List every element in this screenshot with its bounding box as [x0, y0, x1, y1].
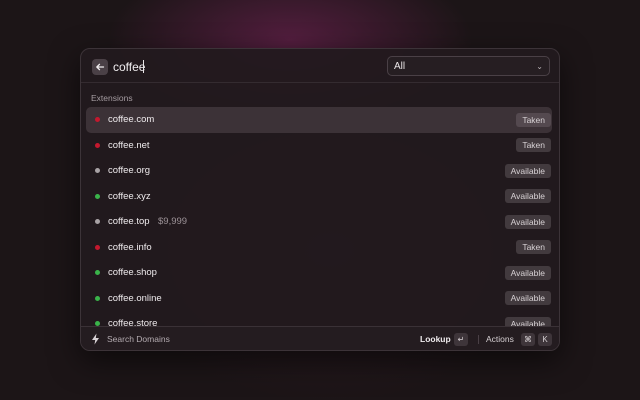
command-key-hint: ⌘ — [521, 333, 535, 346]
list-item[interactable]: coffee.com Taken — [86, 107, 552, 133]
status-dot — [95, 219, 100, 225]
domain-name: coffee.xyz — [108, 190, 151, 202]
status-dot — [95, 117, 100, 123]
list-item[interactable]: coffee.info Taken — [86, 235, 552, 261]
list-item[interactable]: coffee.xyz Available — [86, 184, 552, 210]
search-bar: All ⌄ — [81, 49, 559, 83]
status-badge: Taken — [516, 138, 551, 153]
filter-selected-value: All — [394, 60, 406, 72]
status-dot — [95, 142, 100, 148]
status-badge: Available — [504, 265, 551, 280]
k-key-hint: K — [538, 333, 552, 346]
status-dot — [95, 193, 100, 199]
status-dot — [95, 244, 100, 250]
results-list: coffee.com Taken coffee.net Taken coffee.org… — [86, 107, 552, 337]
domain-name: coffee.info — [108, 241, 152, 253]
domain-name: coffee.com — [108, 114, 155, 126]
domain-name: coffee.shop — [108, 267, 157, 279]
status-badge: Taken — [516, 112, 551, 127]
list-item[interactable]: coffee.org Available — [86, 158, 552, 184]
status-badge: Available — [504, 163, 551, 178]
domain-name: coffee.online — [108, 292, 162, 304]
arrow-left-icon — [96, 63, 105, 71]
enter-key-hint: ↵ — [454, 333, 468, 346]
status-badge: Available — [504, 189, 551, 204]
status-badge: Available — [504, 291, 551, 306]
status-dot — [95, 270, 100, 276]
list-item[interactable]: coffee.shop Available — [86, 260, 552, 286]
back-button[interactable] — [92, 59, 108, 75]
chevron-down-icon: ⌄ — [536, 61, 543, 71]
status-dot — [95, 295, 100, 301]
actions-button[interactable]: Actions — [486, 334, 514, 344]
list-item[interactable]: coffee.online Available — [86, 286, 552, 312]
domain-price: $9,999 — [158, 216, 188, 228]
list-item[interactable]: coffee.net Taken — [86, 133, 552, 159]
lookup-action[interactable]: Lookup — [420, 334, 451, 344]
filter-dropdown[interactable]: All ⌄ — [387, 56, 550, 76]
status-badge: Taken — [516, 240, 551, 255]
domain-name: coffee.net — [108, 139, 150, 151]
text-caret — [143, 60, 144, 73]
action-bar: Search Domains Lookup ↵ Actions ⌘ K — [81, 326, 559, 350]
section-heading: Extensions — [91, 93, 133, 103]
status-dot — [95, 168, 100, 174]
extension-title: Search Domains — [107, 334, 170, 344]
launcher-window: All ⌄ Extensions coffee.comTakencoffee.n… — [80, 48, 560, 351]
domain-name: coffee.org — [108, 165, 151, 177]
lightning-icon — [92, 333, 99, 345]
domain-name: coffee.top — [108, 216, 150, 228]
list-item[interactable]: coffee.top $9,999 Available — [86, 209, 552, 235]
divider — [478, 335, 479, 344]
status-badge: Available — [504, 214, 551, 229]
